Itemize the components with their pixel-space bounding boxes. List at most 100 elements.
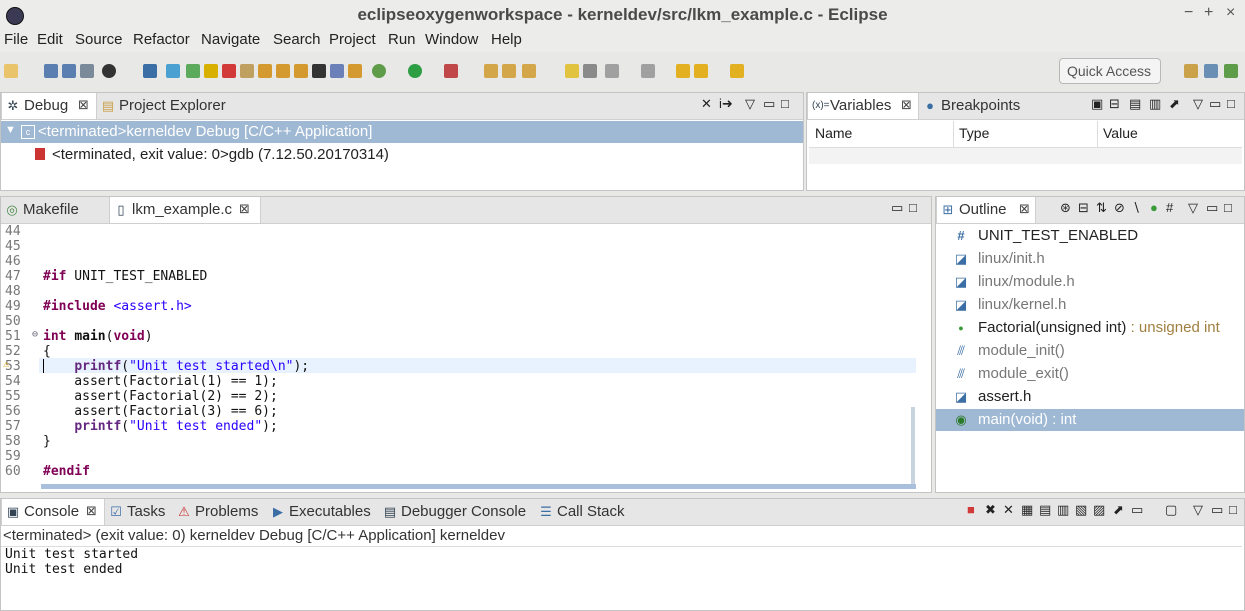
tab-debug[interactable]: ✲ Debug ⊠ <box>1 93 97 119</box>
outline-item[interactable]: ◪ assert.h <box>936 386 1244 408</box>
tab-outline[interactable]: ⊞ Outline ⊠ <box>936 197 1036 223</box>
tab-executables[interactable]: ▶ Executables <box>267 499 377 525</box>
remove-terminated-icon[interactable]: ✕ <box>701 96 712 112</box>
minimize-view-icon[interactable]: ▭ <box>1209 96 1221 112</box>
tab-lkm-example[interactable]: ▯ lkm_example.c ⊠ <box>109 197 261 223</box>
vertical-scrollbar[interactable] <box>911 407 915 487</box>
maximize-view-icon[interactable]: □ <box>781 96 789 111</box>
minimize-view-icon[interactable]: ▭ <box>763 96 775 112</box>
external-tools-icon[interactable] <box>444 64 458 78</box>
sort-icon[interactable]: ⇅ <box>1096 200 1107 216</box>
open-perspective-icon[interactable] <box>1184 64 1198 78</box>
hide-non-public-icon[interactable]: ● <box>1150 200 1158 215</box>
sync-icon[interactable]: ⊛ <box>1060 200 1071 216</box>
menu-refactor[interactable]: Refactor <box>133 31 190 48</box>
menu-navigate[interactable]: Navigate <box>201 31 260 48</box>
outline-item[interactable]: ⫻ module_exit() <box>936 363 1244 385</box>
maximize-button[interactable]: + <box>1204 4 1213 22</box>
close-icon[interactable]: ⊠ <box>1019 201 1030 217</box>
new-c-project-icon[interactable] <box>484 64 498 78</box>
prev-annotation-icon[interactable] <box>641 64 655 78</box>
column-name[interactable]: Name <box>815 125 852 141</box>
step-mode-icon[interactable]: i➜ <box>719 96 733 112</box>
save-icon[interactable] <box>44 64 58 78</box>
maximize-view-icon[interactable]: □ <box>1227 96 1235 111</box>
debug-launch-icon[interactable] <box>372 64 386 78</box>
minimize-view-icon[interactable]: ▭ <box>1206 200 1218 216</box>
scroll-lock-icon[interactable]: ▤ <box>1039 502 1051 518</box>
forward-history-icon[interactable] <box>694 64 708 78</box>
c-perspective-icon[interactable] <box>1204 64 1218 78</box>
remove-launch-icon[interactable]: ✖ <box>985 502 996 518</box>
close-icon[interactable]: ⊠ <box>901 97 912 113</box>
back-icon[interactable] <box>676 64 690 78</box>
outline-item[interactable]: # UNIT_TEST_ENABLED <box>936 225 1244 247</box>
tab-variables[interactable]: (x)= Variables ⊠ <box>807 93 919 119</box>
menu-run[interactable]: Run <box>388 31 416 48</box>
menu-search[interactable]: Search <box>273 31 321 48</box>
suspend-icon[interactable] <box>204 64 218 78</box>
step-into-icon[interactable] <box>258 64 272 78</box>
close-button[interactable]: × <box>1226 4 1235 22</box>
maximize-view-icon[interactable]: □ <box>1224 200 1232 215</box>
minimize-button[interactable]: − <box>1184 4 1193 22</box>
group-includes-icon[interactable]: # <box>1166 200 1173 215</box>
next-annotation-icon[interactable] <box>605 64 619 78</box>
collapse-all-icon[interactable]: ⊟ <box>1078 200 1089 216</box>
use-step-filters-icon[interactable] <box>348 64 362 78</box>
outline-item[interactable]: ◪ linux/kernel.h <box>936 294 1244 316</box>
view-menu-icon[interactable]: ▽ <box>1193 502 1203 518</box>
forward-icon[interactable] <box>730 64 744 78</box>
profile-icon[interactable] <box>102 64 116 78</box>
outline-item[interactable]: ◪ linux/module.h <box>936 271 1244 293</box>
disconnect-icon[interactable] <box>240 64 254 78</box>
view-menu-icon[interactable]: ▽ <box>745 96 755 112</box>
outline-item[interactable]: ◪ linux/init.h <box>936 248 1244 270</box>
outline-item[interactable]: ● Factorial(unsigned int) : unsigned int <box>936 317 1244 339</box>
horizontal-scrollbar[interactable] <box>41 484 916 489</box>
build-icon[interactable] <box>80 64 94 78</box>
clear-console-icon[interactable]: ▦ <box>1021 502 1033 518</box>
menu-project[interactable]: Project <box>329 31 376 48</box>
tab-problems[interactable]: ⚠ Problems <box>173 499 265 525</box>
show-on-error-icon[interactable]: ▨ <box>1093 502 1105 518</box>
view-menu-icon[interactable]: ▽ <box>1188 200 1198 216</box>
save-all-icon[interactable] <box>62 64 76 78</box>
word-wrap-icon[interactable]: ▥ <box>1057 502 1069 518</box>
tab-makefile[interactable]: ◎ Makefile <box>1 197 105 223</box>
minimize-view-icon[interactable]: ▭ <box>891 200 903 216</box>
console-output[interactable]: Unit test started Unit test ended <box>1 546 1242 609</box>
maximize-view-icon[interactable]: □ <box>1229 502 1237 517</box>
open-folder-icon[interactable] <box>502 64 516 78</box>
tab-tasks[interactable]: ☑ Tasks <box>105 499 171 525</box>
skip-breakpoints-icon[interactable] <box>166 64 180 78</box>
expand-arrow-icon[interactable]: ▼ <box>5 124 16 136</box>
console-toggle-icon[interactable] <box>143 64 157 78</box>
add-expression-icon[interactable]: ▤ <box>1129 96 1141 112</box>
run-icon[interactable] <box>408 64 422 78</box>
tab-debugger-console[interactable]: ▤ Debugger Console <box>379 499 533 525</box>
column-type[interactable]: Type <box>959 125 989 141</box>
resume-icon[interactable] <box>186 64 200 78</box>
menu-window[interactable]: Window <box>425 31 478 48</box>
show-type-names-icon[interactable]: ▣ <box>1091 96 1103 112</box>
close-icon[interactable]: ⊠ <box>239 201 250 217</box>
hide-static-icon[interactable]: ∖ <box>1132 200 1140 216</box>
outline-item-selected[interactable]: ◉ main(void) : int <box>936 409 1244 431</box>
tab-console[interactable]: ▣ Console ⊠ <box>1 499 105 525</box>
fold-icon[interactable]: ⊖ <box>32 329 38 340</box>
minimize-view-icon[interactable]: ▭ <box>1211 502 1223 518</box>
quick-access-field[interactable]: Quick Access <box>1059 58 1161 84</box>
mark-occurrences-icon[interactable] <box>583 64 597 78</box>
tab-call-stack[interactable]: ☰ Call Stack <box>535 499 627 525</box>
layout-icon[interactable]: ▥ <box>1149 96 1161 112</box>
drop-to-frame-icon[interactable] <box>330 64 344 78</box>
menu-file[interactable]: File <box>4 31 28 48</box>
code-editor[interactable]: 44 45 46 47 48 49 50 51 52 53 54 55 56 5… <box>1 224 916 484</box>
show-on-output-icon[interactable]: ▧ <box>1075 502 1087 518</box>
pin-console-icon[interactable]: ⬈ <box>1113 502 1124 518</box>
column-value[interactable]: Value <box>1103 125 1138 141</box>
terminate-icon[interactable]: ■ <box>967 502 975 517</box>
new-icon[interactable] <box>4 64 18 78</box>
debug-tree-row-launch[interactable]: ▼ c <terminated>kerneldev Debug [C/C++ A… <box>1 121 803 143</box>
